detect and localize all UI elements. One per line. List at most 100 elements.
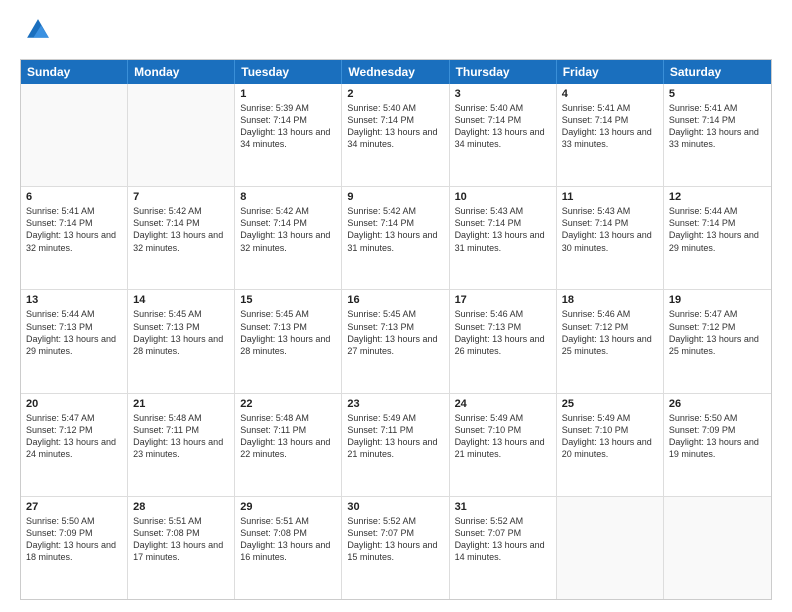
- day-info: Sunrise: 5:45 AM Sunset: 7:13 PM Dayligh…: [133, 308, 229, 357]
- day-info: Sunrise: 5:48 AM Sunset: 7:11 PM Dayligh…: [133, 412, 229, 461]
- day-info: Sunrise: 5:46 AM Sunset: 7:12 PM Dayligh…: [562, 308, 658, 357]
- day-info: Sunrise: 5:43 AM Sunset: 7:14 PM Dayligh…: [562, 205, 658, 254]
- calendar-week-4: 20 Sunrise: 5:47 AM Sunset: 7:12 PM Dayli…: [21, 394, 771, 497]
- day-number: 25: [562, 398, 658, 410]
- day-info: Sunrise: 5:51 AM Sunset: 7:08 PM Dayligh…: [240, 515, 336, 564]
- calendar-body: 1Sunrise: 5:39 AM Sunset: 7:14 PM Daylig…: [21, 84, 771, 599]
- day-number: 2: [347, 88, 443, 100]
- day-number: 23: [347, 398, 443, 410]
- calendar: SundayMondayTuesdayWednesdayThursdayFrid…: [20, 59, 772, 600]
- day-info: Sunrise: 5:46 AM Sunset: 7:13 PM Dayligh…: [455, 308, 551, 357]
- day-info: Sunrise: 5:42 AM Sunset: 7:14 PM Dayligh…: [133, 205, 229, 254]
- day-header-monday: Monday: [128, 60, 235, 84]
- day-header-friday: Friday: [557, 60, 664, 84]
- table-row: 24Sunrise: 5:49 AM Sunset: 7:10 PM Dayli…: [450, 394, 557, 496]
- table-row: 15Sunrise: 5:45 AM Sunset: 7:13 PM Dayli…: [235, 290, 342, 392]
- day-number: 18: [562, 294, 658, 306]
- day-info: Sunrise: 5:52 AM Sunset: 7:07 PM Dayligh…: [347, 515, 443, 564]
- table-row: 7 Sunrise: 5:42 AM Sunset: 7:14 PM Daylig…: [128, 187, 235, 289]
- day-header-wednesday: Wednesday: [342, 60, 449, 84]
- table-row: [557, 497, 664, 599]
- day-info: Sunrise: 5:45 AM Sunset: 7:13 PM Dayligh…: [347, 308, 443, 357]
- day-number: 20: [26, 398, 122, 410]
- table-row: 8 Sunrise: 5:42 AM Sunset: 7:14 PM Daylig…: [235, 187, 342, 289]
- table-row: 4Sunrise: 5:41 AM Sunset: 7:14 PM Daylig…: [557, 84, 664, 186]
- table-row: 12 Sunrise: 5:44 AM Sunset: 7:14 PM Dayli…: [664, 187, 771, 289]
- day-header-sunday: Sunday: [21, 60, 128, 84]
- day-info: Sunrise: 5:42 AM Sunset: 7:14 PM Dayligh…: [240, 205, 336, 254]
- table-row: 18 Sunrise: 5:46 AM Sunset: 7:12 PM Dayli…: [557, 290, 664, 392]
- day-number: 19: [669, 294, 766, 306]
- calendar-header: SundayMondayTuesdayWednesdayThursdayFrid…: [21, 60, 771, 84]
- table-row: 29 Sunrise: 5:51 AM Sunset: 7:08 PM Dayli…: [235, 497, 342, 599]
- day-info: Sunrise: 5:49 AM Sunset: 7:10 PM Dayligh…: [562, 412, 658, 461]
- day-info: Sunrise: 5:41 AM Sunset: 7:14 PM Dayligh…: [669, 102, 766, 151]
- table-row: 31 Sunrise: 5:52 AM Sunset: 7:07 PM Dayli…: [450, 497, 557, 599]
- table-row: 13Sunrise: 5:44 AM Sunset: 7:13 PM Dayli…: [21, 290, 128, 392]
- day-info: Sunrise: 5:47 AM Sunset: 7:12 PM Dayligh…: [669, 308, 766, 357]
- day-info: Sunrise: 5:45 AM Sunset: 7:13 PM Dayligh…: [240, 308, 336, 357]
- table-row: 16 Sunrise: 5:45 AM Sunset: 7:13 PM Dayli…: [342, 290, 449, 392]
- day-number: 16: [347, 294, 443, 306]
- logo: [20, 16, 52, 49]
- day-number: 30: [347, 501, 443, 513]
- day-number: 7: [133, 191, 229, 203]
- table-row: 25 Sunrise: 5:49 AM Sunset: 7:10 PM Dayli…: [557, 394, 664, 496]
- day-number: 28: [133, 501, 229, 513]
- day-number: 5: [669, 88, 766, 100]
- day-number: 27: [26, 501, 122, 513]
- table-row: 20 Sunrise: 5:47 AM Sunset: 7:12 PM Dayli…: [21, 394, 128, 496]
- day-number: 24: [455, 398, 551, 410]
- day-number: 8: [240, 191, 336, 203]
- day-info: Sunrise: 5:49 AM Sunset: 7:11 PM Dayligh…: [347, 412, 443, 461]
- header: [20, 16, 772, 49]
- page: SundayMondayTuesdayWednesdayThursdayFrid…: [0, 0, 792, 612]
- day-number: 29: [240, 501, 336, 513]
- day-number: 4: [562, 88, 658, 100]
- day-number: 26: [669, 398, 766, 410]
- day-number: 3: [455, 88, 551, 100]
- table-row: 26 Sunrise: 5:50 AM Sunset: 7:09 PM Dayli…: [664, 394, 771, 496]
- day-info: Sunrise: 5:43 AM Sunset: 7:14 PM Dayligh…: [455, 205, 551, 254]
- table-row: 3 Sunrise: 5:40 AM Sunset: 7:14 PM Daylig…: [450, 84, 557, 186]
- day-number: 22: [240, 398, 336, 410]
- day-info: Sunrise: 5:50 AM Sunset: 7:09 PM Dayligh…: [669, 412, 766, 461]
- day-header-tuesday: Tuesday: [235, 60, 342, 84]
- table-row: 10Sunrise: 5:43 AM Sunset: 7:14 PM Dayli…: [450, 187, 557, 289]
- day-info: Sunrise: 5:42 AM Sunset: 7:14 PM Dayligh…: [347, 205, 443, 254]
- table-row: 21Sunrise: 5:48 AM Sunset: 7:11 PM Dayli…: [128, 394, 235, 496]
- table-row: 9 Sunrise: 5:42 AM Sunset: 7:14 PM Daylig…: [342, 187, 449, 289]
- day-info: Sunrise: 5:40 AM Sunset: 7:14 PM Dayligh…: [455, 102, 551, 151]
- day-number: 12: [669, 191, 766, 203]
- day-info: Sunrise: 5:39 AM Sunset: 7:14 PM Dayligh…: [240, 102, 336, 151]
- calendar-week-3: 13Sunrise: 5:44 AM Sunset: 7:13 PM Dayli…: [21, 290, 771, 393]
- table-row: 22 Sunrise: 5:48 AM Sunset: 7:11 PM Dayli…: [235, 394, 342, 496]
- day-info: Sunrise: 5:41 AM Sunset: 7:14 PM Dayligh…: [26, 205, 122, 254]
- day-number: 13: [26, 294, 122, 306]
- table-row: 30 Sunrise: 5:52 AM Sunset: 7:07 PM Dayli…: [342, 497, 449, 599]
- table-row: 14Sunrise: 5:45 AM Sunset: 7:13 PM Dayli…: [128, 290, 235, 392]
- day-number: 31: [455, 501, 551, 513]
- logo-icon: [24, 16, 52, 44]
- day-info: Sunrise: 5:51 AM Sunset: 7:08 PM Dayligh…: [133, 515, 229, 564]
- table-row: [664, 497, 771, 599]
- table-row: 23 Sunrise: 5:49 AM Sunset: 7:11 PM Dayli…: [342, 394, 449, 496]
- table-row: 5 Sunrise: 5:41 AM Sunset: 7:14 PM Daylig…: [664, 84, 771, 186]
- day-number: 9: [347, 191, 443, 203]
- day-info: Sunrise: 5:47 AM Sunset: 7:12 PM Dayligh…: [26, 412, 122, 461]
- calendar-week-5: 27 Sunrise: 5:50 AM Sunset: 7:09 PM Dayli…: [21, 497, 771, 599]
- table-row: 27 Sunrise: 5:50 AM Sunset: 7:09 PM Dayli…: [21, 497, 128, 599]
- day-info: Sunrise: 5:40 AM Sunset: 7:14 PM Dayligh…: [347, 102, 443, 151]
- day-number: 11: [562, 191, 658, 203]
- day-info: Sunrise: 5:50 AM Sunset: 7:09 PM Dayligh…: [26, 515, 122, 564]
- day-number: 6: [26, 191, 122, 203]
- table-row: 6 Sunrise: 5:41 AM Sunset: 7:14 PM Daylig…: [21, 187, 128, 289]
- day-info: Sunrise: 5:48 AM Sunset: 7:11 PM Dayligh…: [240, 412, 336, 461]
- table-row: [21, 84, 128, 186]
- day-number: 17: [455, 294, 551, 306]
- table-row: 17 Sunrise: 5:46 AM Sunset: 7:13 PM Dayli…: [450, 290, 557, 392]
- day-info: Sunrise: 5:52 AM Sunset: 7:07 PM Dayligh…: [455, 515, 551, 564]
- table-row: 1Sunrise: 5:39 AM Sunset: 7:14 PM Daylig…: [235, 84, 342, 186]
- day-info: Sunrise: 5:44 AM Sunset: 7:14 PM Dayligh…: [669, 205, 766, 254]
- calendar-week-1: 1Sunrise: 5:39 AM Sunset: 7:14 PM Daylig…: [21, 84, 771, 187]
